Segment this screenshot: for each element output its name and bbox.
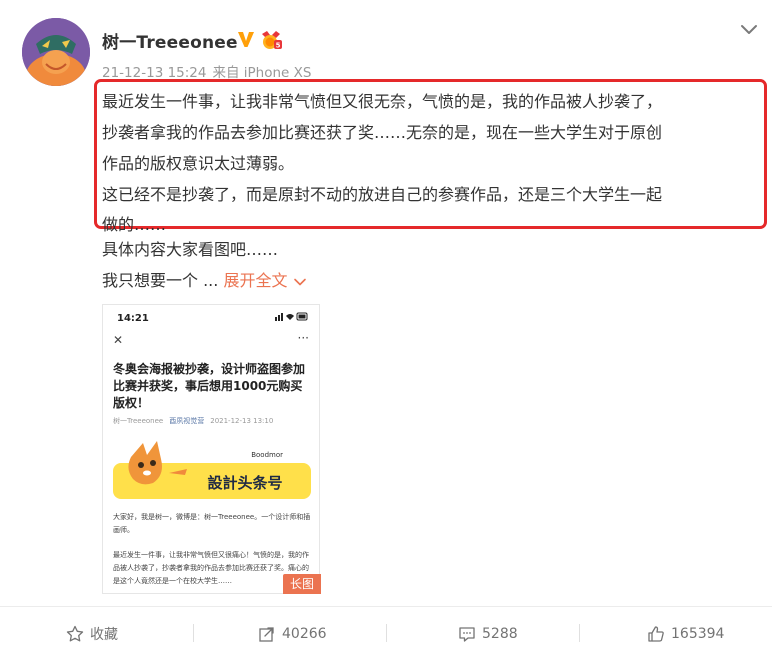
post-text-line: 作品的版权意识太过薄弱。 xyxy=(102,154,295,173)
thumb-close-icon: ✕ xyxy=(113,333,124,347)
action-separator xyxy=(193,624,194,642)
post-text-line: 最近发生一件事，让我非常气愤但又很无奈，气愤的是，我的作品被人抄袭了， xyxy=(102,92,663,111)
medal-badge-icon: 5 xyxy=(262,31,282,50)
footer-divider xyxy=(0,606,772,607)
thumb-intro-text: 大家好，我是树一，微博是：树一Treeeonee。一个设计师和插画师。 xyxy=(113,513,311,534)
thumb-banner-image: Boodmor 設計头条号 xyxy=(113,441,311,499)
svg-text:5: 5 xyxy=(276,42,281,50)
comment-icon xyxy=(459,627,475,642)
post-text-line: 抄袭者拿我的作品去参加比赛还获了奖……无奈的是，现在一些大学生对于原创 xyxy=(102,123,663,142)
long-image-thumbnail[interactable]: 14:21 ✕ ··· 冬奥会海报被抄袭，设计师盗图参加比赛并获奖，事后想用10… xyxy=(102,304,320,594)
thumb-publisher: 酉夙视觉营 xyxy=(169,417,205,425)
username[interactable]: 树一Treeeonee xyxy=(102,28,238,53)
repost-count: 40266 xyxy=(282,626,327,642)
chevron-down-icon[interactable] xyxy=(738,18,760,40)
favorite-button[interactable]: 收藏 xyxy=(66,615,118,653)
thumb-more-icon: ··· xyxy=(297,331,309,345)
avatar[interactable] xyxy=(22,18,90,86)
action-separator xyxy=(579,624,580,642)
thumb-date: 2021-12-13 13:10 xyxy=(210,417,274,425)
signal-wifi-battery-icon xyxy=(275,312,308,321)
comment-button[interactable]: 5288 xyxy=(458,615,518,653)
thumbs-up-icon xyxy=(648,626,664,642)
star-icon xyxy=(66,625,84,642)
thumb-article-title: 冬奥会海报被抄袭，设计师盗图参加比赛并获奖，事后想用1000元购买版权！ xyxy=(113,362,306,410)
favorite-label: 收藏 xyxy=(90,627,118,643)
post-meta: 21-12-13 15:24 来自 iPhone XS xyxy=(102,61,311,81)
repost-icon xyxy=(259,627,274,642)
post-text-line: 具体内容大家看图吧…… xyxy=(102,240,279,259)
thumb-article-byline: 树一Treeeonee 酉夙视觉营 2021-12-13 13:10 xyxy=(113,416,273,426)
weibo-post: 树一Treeeonee 5 21-12-13 15:24 来自 iPhone XS… xyxy=(0,0,772,655)
avatar-image xyxy=(22,18,90,86)
chevron-down-small-icon xyxy=(294,278,307,285)
truncated-text: 我只想要一个 ... xyxy=(102,271,219,290)
like-count: 165394 xyxy=(671,626,725,642)
post-text-line: 这已经不是抄袭了，而是原封不动的放进自己的参赛作品，还是三个大学生一起 xyxy=(102,185,663,204)
thumb-status-icons xyxy=(275,312,309,324)
expand-label: 展开全文 xyxy=(223,271,288,290)
post-text-line-truncated: 我只想要一个 ... 展开全文 xyxy=(102,265,307,297)
like-button[interactable]: 165394 xyxy=(647,615,724,653)
thumb-banner-text: 設計头条号 xyxy=(207,474,282,492)
thumb-status-time: 14:21 xyxy=(117,313,149,324)
thumb-author: 树一Treeeonee xyxy=(113,417,164,425)
long-image-tag: 长图 xyxy=(283,574,321,594)
verified-v-icon xyxy=(238,32,254,47)
comment-count: 5288 xyxy=(482,626,518,642)
repost-button[interactable]: 40266 xyxy=(258,615,327,653)
action-separator xyxy=(386,624,387,642)
expand-full-text-link[interactable]: 展开全文 xyxy=(223,271,307,290)
thumb-banner-brand: Boodmor xyxy=(251,451,283,459)
